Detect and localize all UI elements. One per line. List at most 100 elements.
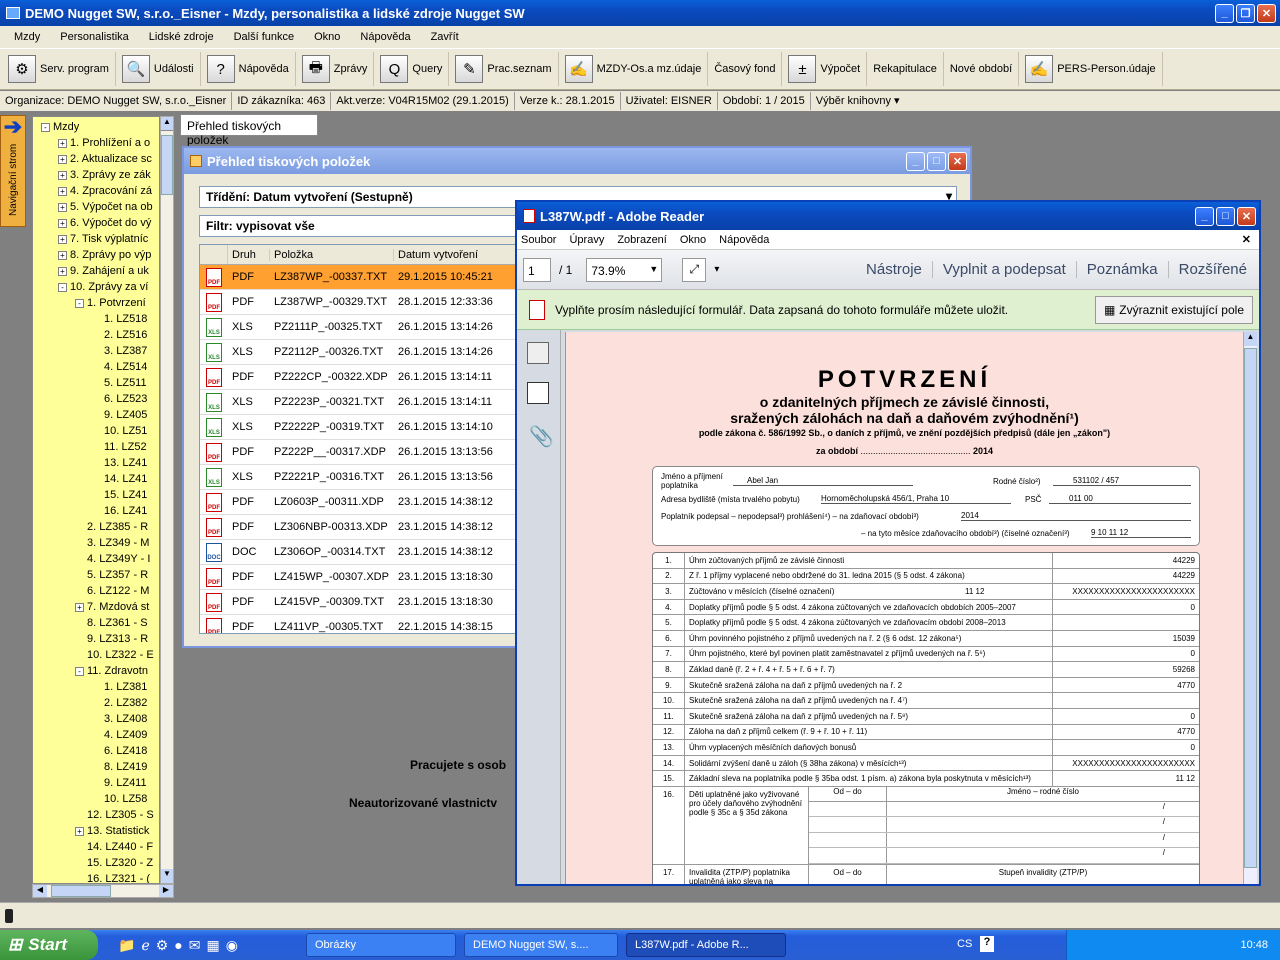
minimize-icon[interactable]: _ [1215, 3, 1234, 23]
tree-node[interactable]: +2. Aktualizace sc [33, 151, 159, 167]
firefox-icon[interactable]: ● [174, 937, 182, 954]
row-value[interactable]: 0 [1053, 709, 1199, 724]
task-obrazky[interactable]: Obrázky [306, 933, 456, 957]
library-select[interactable]: Výběr knihovny ▾ [811, 92, 905, 110]
toolbar-button-6[interactable]: ✍ MZDY-Os.a mz.údaje [559, 52, 709, 86]
tree-node[interactable]: +3. Zprávy ze zák [33, 167, 159, 183]
toolbar-button-9[interactable]: Rekapitulace [867, 52, 944, 86]
row-value[interactable]: 0 [1053, 600, 1199, 615]
filter-dropdown[interactable]: Filtr: vypisovat vše [199, 215, 519, 237]
toolbar-button-2[interactable]: ? Nápověda [201, 52, 296, 86]
language-indicator[interactable]: CS [957, 938, 972, 950]
tree-node[interactable]: 6. LZ418 [33, 743, 159, 759]
tree-node[interactable]: 4. LZ349Y - I [33, 551, 159, 567]
table-row[interactable]: PDF PDF PZ222CP_-00322.XDP 26.1.2015 13:14:… [200, 365, 518, 390]
table-row[interactable]: PDF PDF LZ411VP_-00305.TXT 22.1.2015 14:38:… [200, 615, 518, 633]
table-row[interactable]: DOC DOC LZ306OP_-00314.TXT 23.1.2015 14:38:… [200, 540, 518, 565]
expand-icon[interactable]: + [75, 826, 84, 836]
tree-node[interactable]: 10. LZ58 [33, 791, 159, 807]
signed-year-field[interactable]: 2014 [961, 511, 1191, 521]
address-field[interactable]: Hornoměcholupská 456/1, Praha 10 [821, 494, 1011, 504]
menu-zavrit[interactable]: Zavřít [421, 27, 469, 47]
maximize-icon[interactable]: □ [927, 151, 946, 171]
row-value[interactable]: 44229 [1053, 553, 1199, 568]
table-row[interactable]: XLS XLS PZ2111P_-00325.TXT 26.1.2015 13:14:… [200, 315, 518, 340]
tree-node[interactable]: 14. LZ440 - F [33, 839, 159, 855]
extended-button[interactable]: Rozšířené [1169, 261, 1259, 278]
tree-node[interactable]: +4. Zpracování zá [33, 183, 159, 199]
psc-field[interactable]: 011 00 [1049, 494, 1191, 504]
expand-icon[interactable]: + [58, 234, 67, 244]
task-adobe[interactable]: L387W.pdf - Adobe R... [626, 933, 786, 957]
tree-node[interactable]: 3. LZ408 [33, 711, 159, 727]
table-row[interactable]: XLS XLS PZ2222P_-00319.TXT 26.1.2015 13:14:… [200, 415, 518, 440]
table-row[interactable]: XLS XLS PZ2223P_-00321.TXT 26.1.2015 13:14:… [200, 390, 518, 415]
tree-node[interactable]: 4. LZ409 [33, 727, 159, 743]
table-row[interactable]: XLS XLS PZ2221P_-00316.TXT 26.1.2015 13:13:… [200, 465, 518, 490]
toolbar-button-7[interactable]: Časový fond [708, 52, 783, 86]
toolbar-button-5[interactable]: ✎ Prac.seznam [449, 52, 559, 86]
tree-node[interactable]: 8. LZ361 - S [33, 615, 159, 631]
tree-node[interactable]: 11. LZ52 [33, 439, 159, 455]
mail-icon[interactable]: ✉ [189, 937, 201, 954]
toolbar-button-8[interactable]: ± Výpočet [782, 52, 868, 86]
row-value[interactable]: XXXXXXXXXXXXXXXXXXXXXXX [1053, 756, 1199, 771]
tree-node[interactable]: 2. LZ382 [33, 695, 159, 711]
tree-node[interactable]: 6. LZ122 - M [33, 583, 159, 599]
row-value[interactable]: 4770 [1053, 725, 1199, 740]
row-value[interactable]: 0 [1053, 740, 1199, 755]
toolbar-button-10[interactable]: Nové období [944, 52, 1020, 86]
tree-node[interactable]: 16. LZ41 [33, 503, 159, 519]
tree-scrollbar-h[interactable]: ◀ ▶ [32, 884, 174, 898]
col-polozka[interactable]: Položka [270, 248, 394, 261]
attachment-icon[interactable]: 📎 [529, 424, 560, 449]
tree-node[interactable]: 10. LZ322 - E [33, 647, 159, 663]
more-tools-icon[interactable]: ▾ [714, 264, 719, 275]
tree-node[interactable]: 4. LZ514 [33, 359, 159, 375]
task-nugget[interactable]: DEMO Nugget SW, s.... [464, 933, 618, 957]
table-row[interactable]: PDF PDF LZ415WP_-00307.XDP 23.1.2015 13:18:… [200, 565, 518, 590]
expand-icon[interactable]: + [58, 202, 67, 212]
search-page-icon[interactable] [527, 342, 549, 364]
close-icon[interactable]: ✕ [1257, 3, 1276, 23]
tree-node[interactable]: - Mzdy [33, 119, 159, 135]
tree-node[interactable]: -10. Zprávy za ví [33, 279, 159, 295]
tree-node[interactable]: 15. LZ320 - Z [33, 855, 159, 871]
menu-dalsi-funkce[interactable]: Další funkce [224, 27, 305, 47]
menu-mzdy[interactable]: Mzdy [4, 27, 50, 47]
reader-menu-okno[interactable]: Okno [680, 234, 706, 246]
row-value[interactable]: 11 12 [1053, 771, 1199, 786]
row-value[interactable] [1053, 615, 1199, 630]
row-value[interactable] [1053, 693, 1199, 708]
menu-okno[interactable]: Okno [304, 27, 350, 47]
table-row[interactable]: XLS XLS PZ2112P_-00326.TXT 26.1.2015 13:14:… [200, 340, 518, 365]
expand-icon[interactable]: + [58, 266, 67, 276]
tree-node[interactable]: 9. LZ405 [33, 407, 159, 423]
tree-node[interactable]: +7. Tisk výplatníc [33, 231, 159, 247]
toolbar-button-11[interactable]: ✍ PERS-Person.údaje [1019, 52, 1163, 86]
expand-icon[interactable]: + [75, 602, 84, 612]
tab-prehled[interactable]: Přehled tiskových položek [180, 114, 318, 147]
close-icon[interactable]: ✕ [1237, 206, 1256, 226]
settings-icon[interactable]: ⚙ [156, 937, 169, 954]
expand-icon[interactable]: + [58, 218, 67, 228]
fill-sign-button[interactable]: Vyplnit a podepsat [933, 261, 1077, 278]
tree-scrollbar-v[interactable]: ▲ ▼ [160, 116, 174, 884]
pages-icon[interactable] [527, 382, 549, 404]
tree-node[interactable]: +6. Výpočet do vý [33, 215, 159, 231]
tree-node[interactable]: 5. LZ511 [33, 375, 159, 391]
collapse-icon[interactable]: - [58, 282, 67, 292]
toolbar-button-4[interactable]: Q Query [374, 52, 450, 86]
tree-node[interactable]: +5. Výpočet na ob [33, 199, 159, 215]
maximize-icon[interactable]: □ [1216, 206, 1235, 226]
expand-icon[interactable]: + [58, 154, 67, 164]
ie-icon[interactable]: ℯ [141, 937, 149, 954]
reader-menu-napoveda[interactable]: Nápověda [719, 234, 769, 246]
row-value[interactable]: 59268 [1053, 662, 1199, 677]
start-button[interactable]: ⊞ Start [0, 930, 98, 960]
nav-toggle[interactable]: ➔ Navigační strom [0, 115, 26, 227]
collapse-icon[interactable]: - [75, 298, 84, 308]
reader-menu-upravy[interactable]: Úpravy [569, 234, 604, 246]
tree-node[interactable]: +9. Zahájení a uk [33, 263, 159, 279]
table-row[interactable]: PDF PDF LZ387WP_-00329.TXT 28.1.2015 12:33:… [200, 290, 518, 315]
